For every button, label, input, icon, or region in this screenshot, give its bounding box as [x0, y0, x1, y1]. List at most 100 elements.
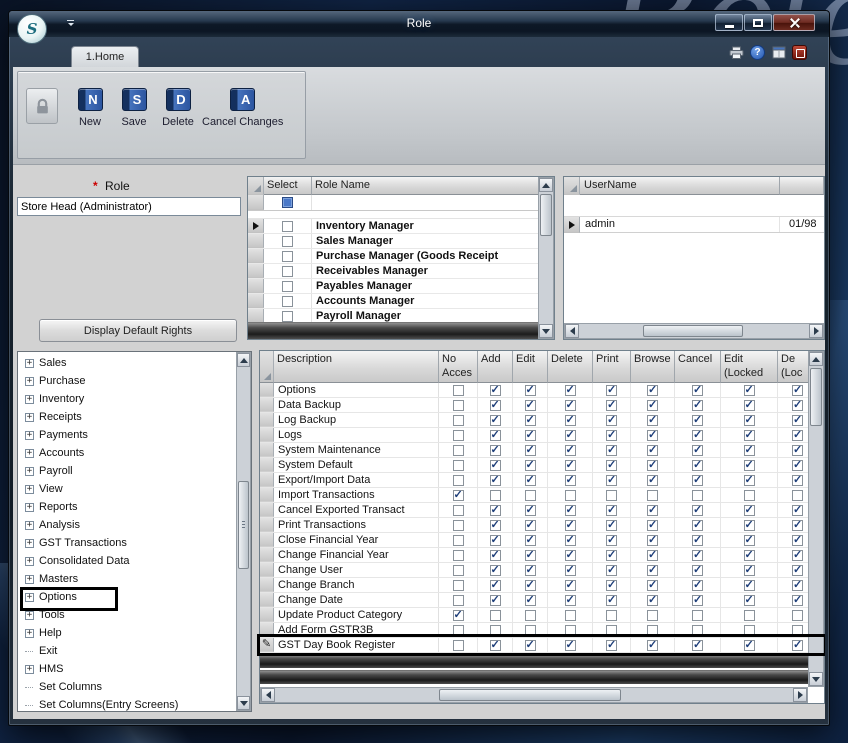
perm-row[interactable]: Close Financial Year	[260, 533, 810, 548]
expand-icon[interactable]: +	[25, 358, 34, 368]
scroll-right-button[interactable]	[809, 324, 823, 338]
perm-checkbox[interactable]	[524, 383, 536, 396]
perm-checkbox[interactable]	[524, 518, 536, 531]
tree-item-hms[interactable]: + HMS	[18, 660, 237, 678]
perm-checkbox[interactable]	[692, 503, 703, 516]
perm-checkbox[interactable]	[743, 518, 755, 531]
perm-checkbox[interactable]	[564, 413, 576, 426]
perm-checkbox[interactable]	[564, 609, 576, 621]
perm-checkbox[interactable]	[606, 443, 617, 456]
perm-checkbox[interactable]	[564, 473, 576, 486]
perm-checkbox[interactable]	[606, 383, 617, 396]
perm-checkbox[interactable]	[489, 518, 501, 531]
perm-checkbox[interactable]	[524, 624, 536, 636]
perm-checkbox[interactable]	[489, 383, 501, 396]
perm-col-header[interactable]: De (Loc	[778, 351, 810, 383]
perm-checkbox[interactable]	[692, 443, 703, 456]
user-row[interactable]: admin 01/98	[564, 217, 824, 233]
role-row[interactable]: Accounts Manager	[248, 294, 540, 309]
power-icon[interactable]	[792, 45, 807, 60]
perm-checkbox[interactable]	[606, 533, 617, 546]
perm-checkbox[interactable]	[606, 473, 617, 486]
user-grid-hscrollbar[interactable]	[564, 323, 824, 339]
perm-checkbox[interactable]	[452, 488, 464, 501]
perm-checkbox[interactable]	[564, 443, 576, 456]
perm-checkbox[interactable]	[743, 593, 755, 606]
expand-icon[interactable]: +	[25, 394, 34, 404]
perm-checkbox[interactable]	[606, 489, 617, 501]
role-row[interactable]: Purchase Manager (Goods Receipt	[248, 249, 540, 264]
perm-checkbox[interactable]	[647, 489, 658, 501]
maximize-button[interactable]	[744, 14, 772, 31]
perm-checkbox[interactable]	[647, 638, 658, 651]
tree-item-exit[interactable]: Exit	[18, 642, 237, 660]
role-grid-vscrollbar[interactable]	[538, 177, 554, 339]
perm-checkbox[interactable]	[524, 443, 536, 456]
perm-checkbox[interactable]	[564, 503, 576, 516]
display-default-rights-button[interactable]: Display Default Rights	[39, 319, 237, 342]
expand-icon[interactable]: +	[25, 484, 34, 494]
perm-col-header[interactable]: Description	[274, 351, 439, 383]
tree-item-receipts[interactable]: + Receipts	[18, 408, 237, 426]
perm-row[interactable]: System Maintenance	[260, 443, 810, 458]
perm-checkbox[interactable]	[606, 624, 617, 636]
perm-checkbox[interactable]	[489, 489, 501, 501]
perm-checkbox[interactable]	[792, 533, 803, 546]
perm-checkbox[interactable]	[489, 443, 501, 456]
role-row[interactable]: Payables Manager	[248, 279, 540, 294]
perm-checkbox[interactable]	[792, 383, 803, 396]
expand-icon[interactable]: +	[25, 376, 34, 386]
perm-row[interactable]: Print Transactions	[260, 518, 810, 533]
perm-checkbox[interactable]	[489, 428, 501, 441]
role-name-column-header[interactable]: Role Name	[312, 177, 540, 195]
perm-row[interactable]: Update Product Category	[260, 608, 810, 623]
tree-item-payments[interactable]: + Payments	[18, 426, 237, 444]
titlebar[interactable]: S Role	[9, 11, 829, 44]
tree-item-inventory[interactable]: + Inventory	[18, 390, 237, 408]
role-select-checkbox[interactable]	[282, 280, 293, 292]
perm-checkbox[interactable]	[792, 563, 803, 576]
perm-checkbox[interactable]	[564, 638, 576, 651]
scroll-up-button[interactable]	[539, 178, 553, 192]
perm-checkbox[interactable]	[792, 428, 803, 441]
perm-checkbox[interactable]	[647, 398, 658, 411]
role-row[interactable]: Receivables Manager	[248, 264, 540, 279]
perm-checkbox[interactable]	[564, 533, 576, 546]
perm-checkbox[interactable]	[647, 624, 658, 636]
perm-checkbox[interactable]	[743, 473, 755, 486]
perm-checkbox[interactable]	[647, 503, 658, 516]
perm-row[interactable]: Change Financial Year	[260, 548, 810, 563]
perm-checkbox[interactable]	[792, 489, 803, 501]
perm-checkbox[interactable]	[647, 413, 658, 426]
perm-checkbox[interactable]	[489, 578, 501, 591]
perm-checkbox[interactable]	[606, 578, 617, 591]
perm-row[interactable]: Export/Import Data	[260, 473, 810, 488]
perm-grid-vscrollbar[interactable]	[808, 351, 824, 687]
perm-col-header[interactable]: Add	[478, 351, 513, 383]
perm-col-header[interactable]: Delete	[548, 351, 593, 383]
scroll-thumb[interactable]	[643, 325, 743, 337]
perm-checkbox[interactable]	[452, 564, 464, 576]
perm-checkbox[interactable]	[489, 503, 501, 516]
perm-checkbox[interactable]	[647, 458, 658, 471]
perm-checkbox[interactable]	[692, 428, 703, 441]
expand-icon[interactable]: +	[25, 664, 34, 674]
app-icon[interactable]: S	[17, 14, 47, 44]
minimize-button[interactable]	[715, 14, 743, 31]
tree-vscrollbar[interactable]	[236, 352, 251, 711]
scroll-right-button[interactable]	[793, 688, 807, 702]
perm-checkbox[interactable]	[524, 548, 536, 561]
expand-icon[interactable]: +	[25, 466, 34, 476]
perm-checkbox[interactable]	[743, 413, 755, 426]
perm-checkbox[interactable]	[524, 413, 536, 426]
perm-row[interactable]: Change Branch	[260, 578, 810, 593]
grid-corner[interactable]	[564, 177, 580, 195]
perm-checkbox[interactable]	[792, 473, 803, 486]
perm-row[interactable]: Cancel Exported Transact	[260, 503, 810, 518]
scroll-left-button[interactable]	[261, 688, 275, 702]
perm-checkbox[interactable]	[606, 413, 617, 426]
perm-checkbox[interactable]	[647, 473, 658, 486]
perm-checkbox[interactable]	[452, 459, 464, 471]
help-icon[interactable]	[750, 45, 765, 60]
ribbon-button-save[interactable]: S Save	[112, 88, 156, 128]
